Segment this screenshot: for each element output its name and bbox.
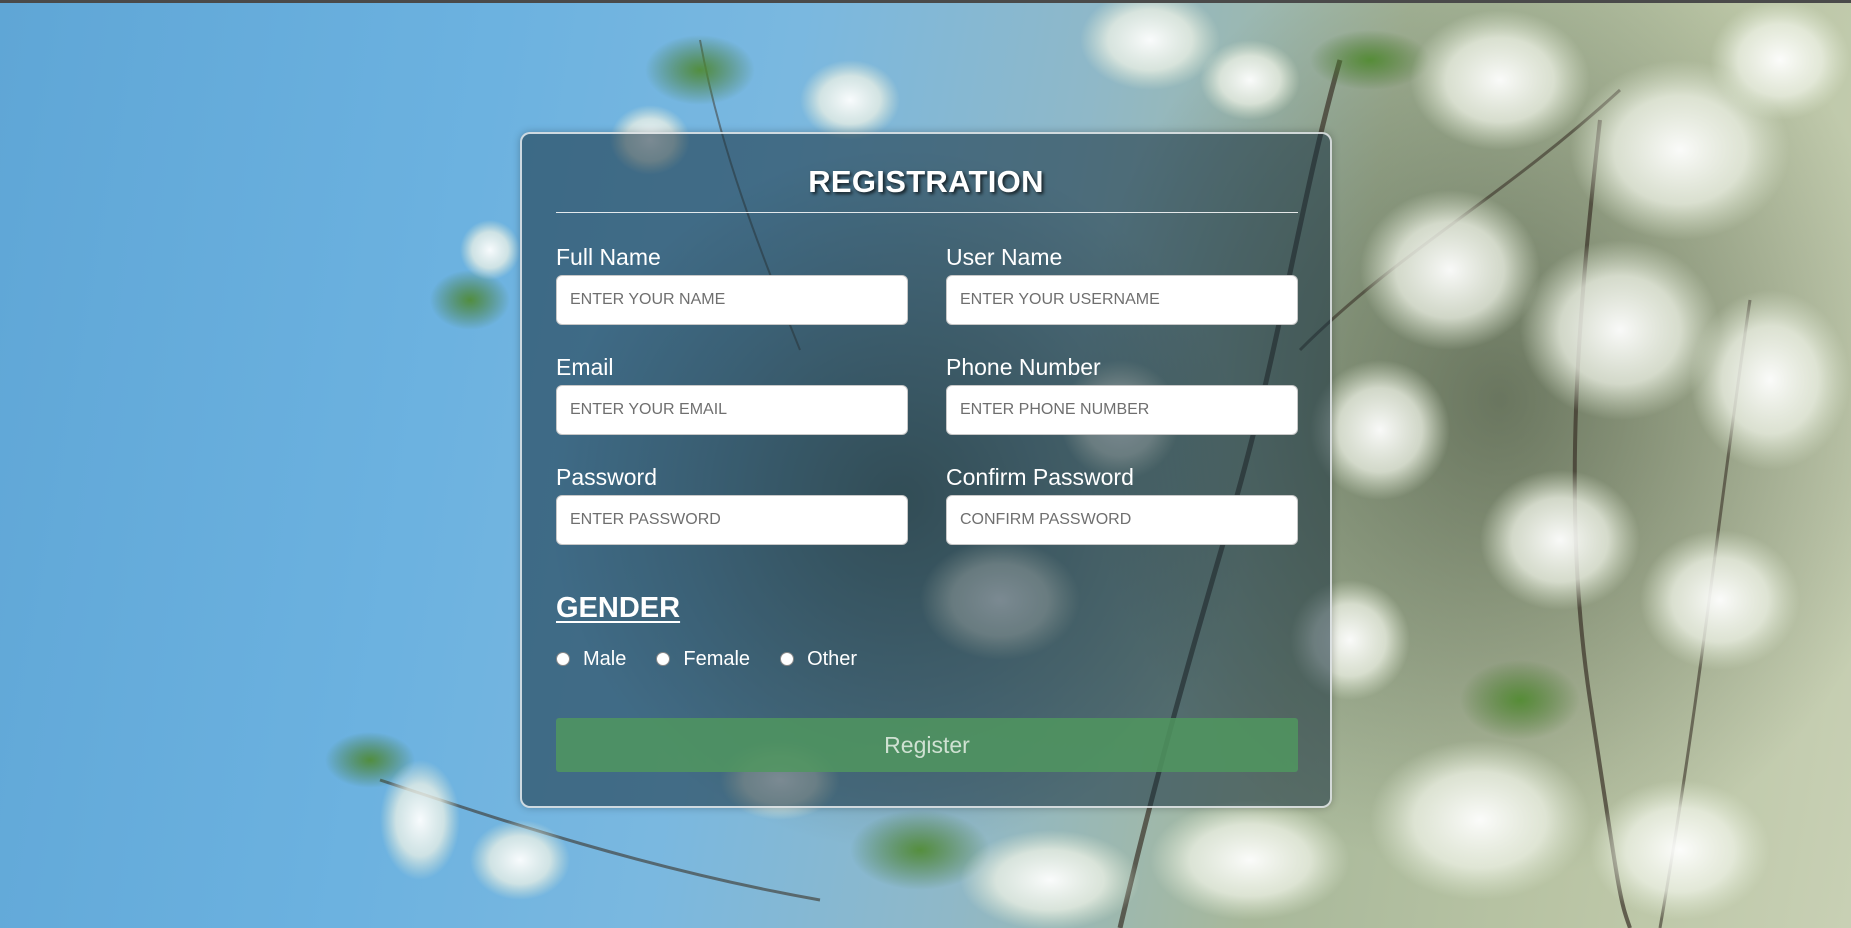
title-divider bbox=[556, 212, 1298, 213]
email-field: Email bbox=[556, 352, 908, 435]
male-radio[interactable] bbox=[556, 652, 570, 666]
top-border-line bbox=[0, 0, 1851, 3]
other-label[interactable]: Other bbox=[807, 648, 857, 671]
form-title: REGISTRATION bbox=[808, 164, 1044, 199]
gender-option-male[interactable]: Male bbox=[556, 648, 626, 671]
password-field: Password bbox=[556, 462, 908, 545]
phone-number-input[interactable] bbox=[946, 385, 1298, 435]
registration-card: REGISTRATION Full Name User Name Email P… bbox=[520, 132, 1332, 808]
gender-option-female[interactable]: Female bbox=[656, 648, 750, 671]
confirm-password-label: Confirm Password bbox=[946, 464, 1134, 490]
confirm-password-input[interactable] bbox=[946, 495, 1298, 545]
gender-option-other[interactable]: Other bbox=[780, 648, 857, 671]
other-radio[interactable] bbox=[780, 652, 795, 666]
male-label[interactable]: Male bbox=[583, 648, 626, 671]
password-label: Password bbox=[556, 464, 657, 490]
password-input[interactable] bbox=[556, 495, 908, 545]
gender-heading: GENDER bbox=[556, 592, 681, 624]
full-name-input[interactable] bbox=[556, 275, 908, 325]
email-label: Email bbox=[556, 354, 614, 380]
gender-radio-group: Male Female Other bbox=[556, 644, 887, 674]
full-name-label: Full Name bbox=[556, 244, 661, 270]
female-label[interactable]: Female bbox=[683, 648, 750, 671]
phone-number-label: Phone Number bbox=[946, 354, 1101, 380]
female-radio[interactable] bbox=[656, 652, 671, 666]
full-name-field: Full Name bbox=[556, 242, 908, 325]
confirm-password-field: Confirm Password bbox=[946, 462, 1298, 545]
phone-number-field: Phone Number bbox=[946, 352, 1298, 435]
email-input[interactable] bbox=[556, 385, 908, 435]
user-name-input[interactable] bbox=[946, 275, 1298, 325]
user-name-label: User Name bbox=[946, 244, 1063, 270]
register-button[interactable]: Register bbox=[556, 718, 1298, 772]
user-name-field: User Name bbox=[946, 242, 1298, 325]
